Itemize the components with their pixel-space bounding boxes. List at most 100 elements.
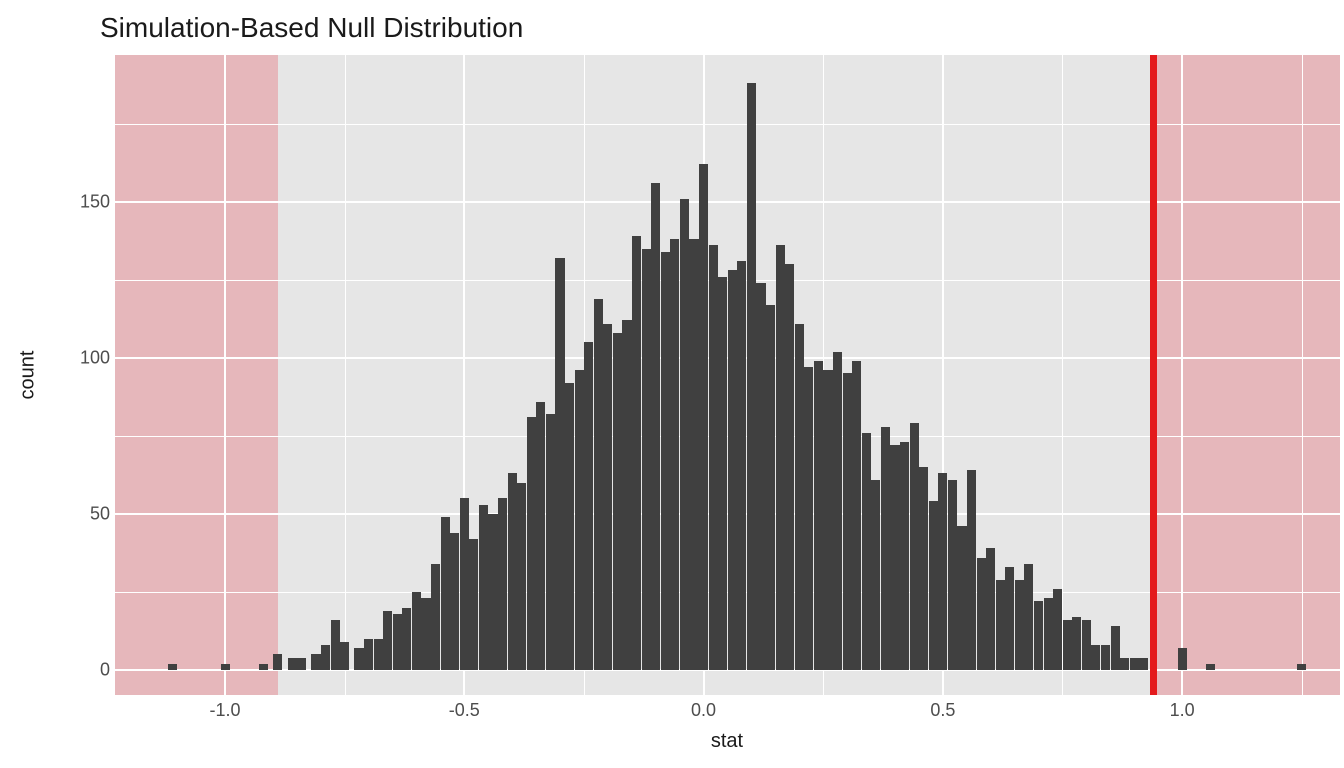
- bar: [709, 245, 718, 670]
- bar: [1072, 617, 1081, 670]
- y-tick-label: 0: [30, 660, 110, 681]
- x-tick-label: -1.0: [210, 700, 241, 721]
- bar: [321, 645, 330, 670]
- x-tick-label: -0.5: [449, 700, 480, 721]
- bar: [862, 433, 871, 670]
- bar: [412, 592, 421, 670]
- bar: [1130, 658, 1139, 670]
- bar: [680, 199, 689, 670]
- observed-stat-vline: [1150, 55, 1157, 695]
- bar: [259, 664, 268, 670]
- grid-v: [1181, 55, 1183, 695]
- bar: [297, 658, 306, 670]
- bar: [331, 620, 340, 670]
- bar: [823, 370, 832, 670]
- y-tick-label: 150: [30, 191, 110, 212]
- y-tick-label: 50: [30, 503, 110, 524]
- bar: [1206, 664, 1215, 670]
- bar: [967, 470, 976, 670]
- bar: [1024, 564, 1033, 670]
- bar: [670, 239, 679, 670]
- bar: [957, 526, 966, 670]
- bar: [517, 483, 526, 670]
- bar: [728, 270, 737, 670]
- bar: [852, 361, 861, 670]
- bar: [766, 305, 775, 670]
- bar: [273, 654, 282, 670]
- bar: [1044, 598, 1053, 670]
- bar: [1297, 664, 1306, 670]
- bar: [555, 258, 564, 670]
- bar: [565, 383, 574, 670]
- grid-v: [224, 55, 226, 695]
- bar: [613, 333, 622, 670]
- bar: [1005, 567, 1014, 670]
- bar: [288, 658, 297, 670]
- bar: [508, 473, 517, 670]
- bar: [689, 239, 698, 670]
- grid-v-minor: [1302, 55, 1303, 695]
- x-axis-label: stat: [711, 730, 743, 753]
- bar: [1101, 645, 1110, 670]
- bar: [890, 445, 899, 670]
- bar: [354, 648, 363, 670]
- bar: [929, 501, 938, 670]
- x-tick-label: 0.0: [691, 700, 716, 721]
- bar: [776, 245, 785, 670]
- bar: [661, 252, 670, 670]
- bar: [488, 514, 497, 670]
- bar: [996, 580, 1005, 671]
- bar: [1111, 626, 1120, 670]
- bar: [575, 370, 584, 670]
- bar: [833, 352, 842, 670]
- bar: [814, 361, 823, 670]
- bar: [479, 505, 488, 670]
- bar: [881, 427, 890, 671]
- bar: [469, 539, 478, 670]
- bar: [527, 417, 536, 670]
- bar: [1082, 620, 1091, 670]
- x-tick-label: 1.0: [1170, 700, 1195, 721]
- bar: [168, 664, 177, 670]
- bar: [431, 564, 440, 670]
- bar: [756, 283, 765, 670]
- bar: [450, 533, 459, 670]
- bar: [383, 611, 392, 670]
- bar: [718, 277, 727, 670]
- bar: [737, 261, 746, 670]
- bar: [460, 498, 469, 670]
- chart-figure: Simulation-Based Null Distribution count…: [0, 0, 1344, 768]
- bar: [1015, 580, 1024, 671]
- bar: [804, 367, 813, 670]
- bar: [1139, 658, 1148, 670]
- bar: [871, 480, 880, 670]
- bar: [1034, 601, 1043, 670]
- bar: [622, 320, 631, 670]
- bar: [1178, 648, 1187, 670]
- bar: [642, 249, 651, 670]
- bar: [986, 548, 995, 670]
- bar: [919, 467, 928, 670]
- bar: [651, 183, 660, 670]
- bar: [1053, 589, 1062, 670]
- bar: [584, 342, 593, 670]
- bar: [938, 473, 947, 670]
- bar: [421, 598, 430, 670]
- page-title: Simulation-Based Null Distribution: [100, 12, 523, 44]
- grid-v-minor: [1062, 55, 1063, 695]
- bar: [948, 480, 957, 670]
- bar: [1091, 645, 1100, 670]
- bar: [910, 423, 919, 670]
- bar: [1063, 620, 1072, 670]
- y-tick-label: 100: [30, 347, 110, 368]
- shade-left: [115, 55, 278, 695]
- bar: [340, 642, 349, 670]
- bar: [221, 664, 230, 670]
- bar: [699, 164, 708, 670]
- bar: [536, 402, 545, 670]
- bar: [1120, 658, 1129, 670]
- bar: [603, 324, 612, 671]
- bar: [441, 517, 450, 670]
- bar: [977, 558, 986, 670]
- grid-v-minor: [345, 55, 346, 695]
